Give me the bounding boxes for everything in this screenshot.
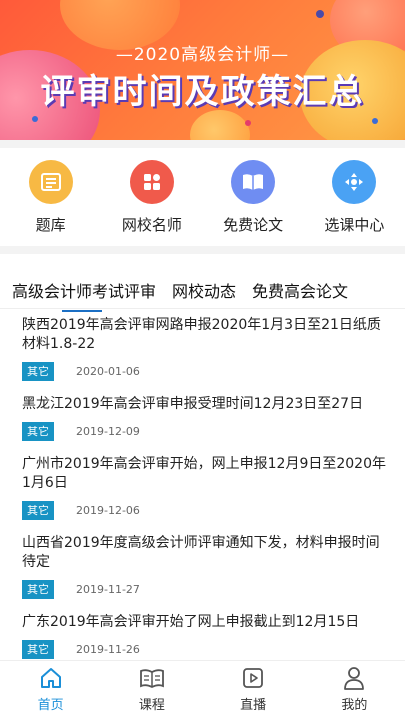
- book-open-icon: [139, 665, 165, 691]
- promo-banner[interactable]: —2020高级会计师— 评审时间及政策汇总: [0, 0, 405, 140]
- article-date: 2019-11-26: [76, 643, 140, 656]
- banner-subtitle: —2020高级会计师—: [115, 45, 290, 65]
- list-item[interactable]: 广州市2019年高会评审开始，网上申报12月9日至2020年1月6日 其它 20…: [0, 455, 405, 520]
- tabbar-label: 首页: [37, 698, 64, 713]
- tabbar-label: 直播: [240, 698, 267, 713]
- list-item[interactable]: 陕西2019年高会评审网路申报2020年1月3日至21日纸质材料1.8-22 其…: [0, 316, 405, 381]
- book-icon: [231, 160, 276, 204]
- tabbar-label: 我的: [341, 698, 368, 713]
- category-tag: 其它: [22, 422, 54, 441]
- quicknav-label: 选课中心: [324, 216, 385, 234]
- tab-school-news[interactable]: 网校动态: [172, 278, 236, 312]
- banner-dot: [32, 116, 38, 122]
- compass-icon: [332, 160, 377, 204]
- article-date: 2019-11-27: [76, 583, 140, 596]
- tab-divider: [0, 308, 405, 309]
- section-divider: [0, 246, 405, 254]
- quick-nav: 题库 网校名师 免费论文 选课中心: [0, 148, 405, 246]
- category-tag: 其它: [22, 501, 54, 520]
- tabbar-item-profile[interactable]: 我的: [304, 661, 405, 720]
- play-icon: [240, 665, 266, 691]
- banner-dot: [372, 118, 378, 124]
- section-divider: [0, 140, 405, 148]
- quicknav-item-course-center[interactable]: 选课中心: [304, 148, 405, 246]
- category-tag: 其它: [22, 580, 54, 599]
- list-icon: [28, 160, 73, 204]
- list-item[interactable]: 黑龙江2019年高会评审申报受理时间12月23日至27日 其它 2019-12-…: [0, 395, 405, 441]
- article-title: 黑龙江2019年高会评审申报受理时间12月23日至27日: [22, 396, 364, 412]
- banner-decoration: [190, 110, 250, 140]
- category-tag: 其它: [22, 640, 54, 659]
- article-date: 2020-01-06: [76, 365, 140, 378]
- category-tabs: 高级会计师考试评审 网校动态 免费高会论文: [12, 278, 348, 312]
- quicknav-item-free-papers[interactable]: 免费论文: [203, 148, 304, 246]
- home-icon: [38, 665, 64, 691]
- article-title: 广州市2019年高会评审开始，网上申报12月9日至2020年1月6日: [22, 456, 386, 491]
- article-title: 陕西2019年高会评审网路申报2020年1月3日至21日纸质材料1.8-22: [22, 317, 381, 352]
- tabbar-item-courses[interactable]: 课程: [101, 661, 202, 720]
- article-date: 2019-12-09: [76, 425, 140, 438]
- tab-free-papers[interactable]: 免费高会论文: [252, 278, 348, 312]
- category-tag: 其它: [22, 362, 54, 381]
- quicknav-label: 免费论文: [223, 216, 284, 234]
- tab-exam-review[interactable]: 高级会计师考试评审: [12, 278, 156, 312]
- user-icon: [341, 665, 367, 691]
- grid-icon: [129, 160, 174, 204]
- article-title: 山西省2019年度高级会计师评审通知下发，材料申报时间待定: [22, 535, 380, 570]
- tabbar-item-live[interactable]: 直播: [203, 661, 304, 720]
- bottom-tab-bar: 首页 课程 直播 我的: [0, 660, 405, 720]
- article-list: 陕西2019年高会评审网路申报2020年1月3日至21日纸质材料1.8-22 其…: [0, 316, 405, 673]
- article-date: 2019-12-06: [76, 504, 140, 517]
- quicknav-item-question-bank[interactable]: 题库: [0, 148, 101, 246]
- banner-title: 评审时间及政策汇总: [40, 72, 365, 112]
- tabbar-label: 课程: [138, 698, 165, 713]
- banner-dot: [245, 120, 251, 126]
- list-item[interactable]: 广东2019年高会评审开始了网上申报截止到12月15日 其它 2019-11-2…: [0, 613, 405, 659]
- quicknav-item-teachers[interactable]: 网校名师: [101, 148, 202, 246]
- list-item[interactable]: 山西省2019年度高级会计师评审通知下发，材料申报时间待定 其它 2019-11…: [0, 534, 405, 599]
- tabbar-item-home[interactable]: 首页: [0, 661, 101, 720]
- article-title: 广东2019年高会评审开始了网上申报截止到12月15日: [22, 614, 360, 630]
- quicknav-label: 网校名师: [121, 216, 182, 234]
- quicknav-label: 题库: [35, 216, 66, 234]
- banner-dot: [316, 10, 324, 18]
